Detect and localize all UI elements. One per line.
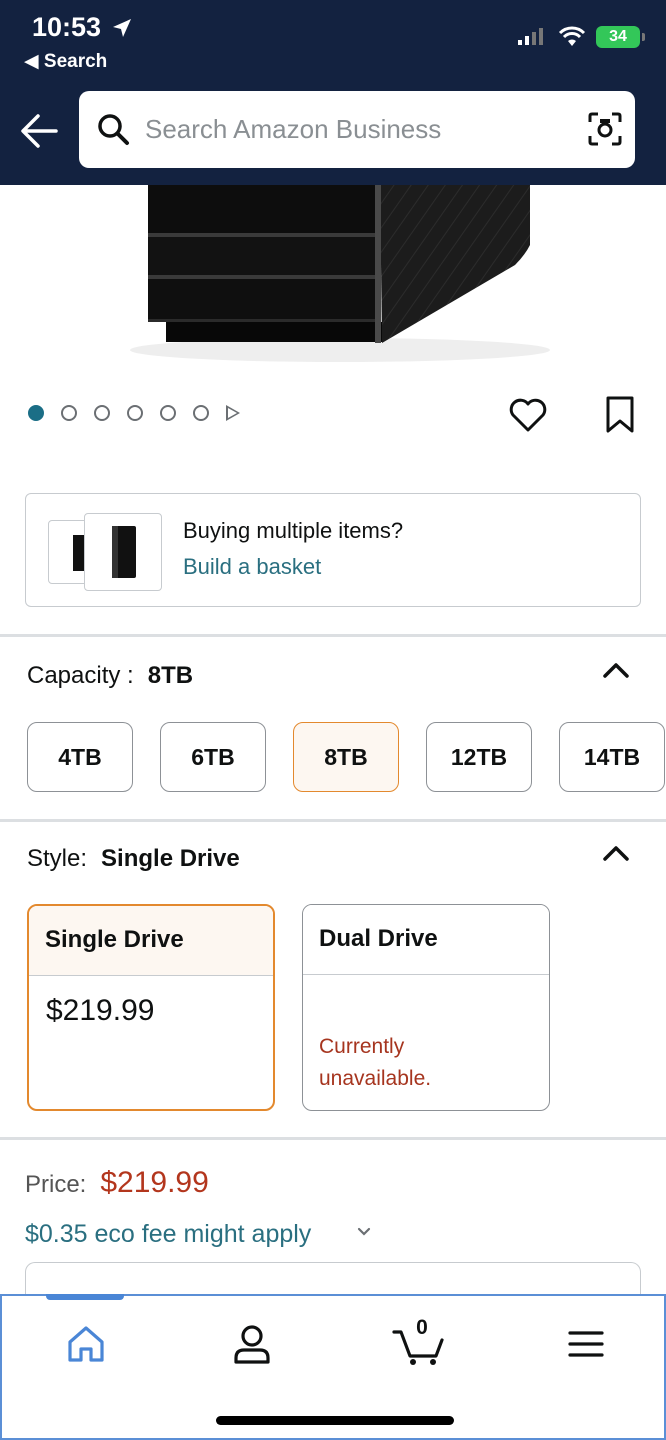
price-value: $219.99 — [100, 1166, 209, 1199]
bookmark-icon[interactable] — [604, 395, 636, 435]
eco-fee-link[interactable]: $0.35 eco fee might apply — [25, 1220, 311, 1249]
back-to-app-link[interactable]: ◀ Search — [24, 50, 107, 73]
bottom-navigation: 0 — [0, 1294, 666, 1440]
search-icon — [98, 114, 129, 145]
carousel-dot[interactable] — [61, 405, 77, 421]
heart-icon[interactable] — [508, 396, 548, 434]
product-image[interactable] — [120, 185, 560, 365]
chevron-down-icon[interactable] — [356, 1226, 372, 1238]
basket-thumbnail — [84, 513, 162, 591]
status-icons: 34 — [518, 26, 645, 48]
capacity-option-4tb[interactable]: 4TB — [27, 722, 133, 792]
chevron-up-icon[interactable] — [602, 843, 630, 863]
section-divider — [0, 634, 666, 637]
active-tab-indicator — [46, 1294, 124, 1300]
account-icon[interactable] — [228, 1320, 276, 1368]
basket-question: Buying multiple items? — [183, 518, 404, 543]
cellular-signal-icon — [518, 28, 543, 45]
unavailable-status: Currently unavailable. — [319, 1035, 432, 1090]
battery-indicator: 34 — [596, 26, 645, 48]
style-option-dual-drive[interactable]: Dual Drive Currently unavailable. — [302, 904, 550, 1111]
capacity-option-12tb[interactable]: 12TB — [426, 722, 532, 792]
section-divider — [0, 819, 666, 822]
video-play-icon[interactable] — [226, 405, 240, 421]
style-option-price: $219.99 — [46, 994, 155, 1027]
section-divider — [0, 1137, 666, 1140]
menu-icon[interactable] — [562, 1320, 610, 1368]
cart-button[interactable]: 0 — [392, 1316, 448, 1368]
carousel-dot[interactable] — [127, 405, 143, 421]
capacity-option-14tb[interactable]: 14TB — [559, 722, 665, 792]
carousel-dot[interactable] — [160, 405, 176, 421]
capacity-selected-value: 8TB — [147, 662, 194, 689]
capacity-options: 4TB 6TB 8TB 12TB 14TB — [27, 722, 665, 792]
home-indicator-bar — [216, 1416, 454, 1425]
price-label: Price: — [25, 1171, 87, 1198]
style-label: Style: Single Drive — [27, 845, 240, 872]
home-icon[interactable] — [62, 1320, 110, 1368]
style-option-single-drive[interactable]: Single Drive $219.99 — [27, 904, 275, 1111]
wifi-icon — [558, 26, 586, 46]
carousel-pagination — [28, 405, 240, 421]
status-time: 10:53 — [32, 12, 102, 42]
top-header: 10:53 ◀ Search 34 — [0, 0, 666, 185]
chevron-up-icon[interactable] — [602, 660, 630, 680]
build-basket-link[interactable]: Build a basket — [183, 554, 321, 580]
style-selected-value: Single Drive — [101, 845, 240, 872]
style-option-name: Single Drive — [29, 906, 273, 976]
style-option-name: Dual Drive — [303, 905, 549, 975]
search-bar[interactable] — [79, 91, 635, 168]
cart-count: 0 — [416, 1316, 428, 1339]
price-row: Price: $219.99 — [25, 1166, 209, 1200]
carousel-dot[interactable] — [94, 405, 110, 421]
capacity-label: Capacity :8TB — [27, 662, 194, 689]
carousel-dot[interactable] — [193, 405, 209, 421]
location-arrow-icon — [113, 19, 131, 37]
back-arrow-icon[interactable] — [18, 110, 60, 152]
capacity-option-8tb[interactable]: 8TB — [293, 722, 399, 792]
carousel-dot[interactable] — [28, 405, 44, 421]
build-basket-card[interactable]: Buying multiple items? Build a basket — [25, 493, 641, 607]
capacity-option-6tb[interactable]: 6TB — [160, 722, 266, 792]
search-input[interactable] — [145, 91, 565, 168]
camera-search-icon[interactable] — [587, 111, 623, 147]
